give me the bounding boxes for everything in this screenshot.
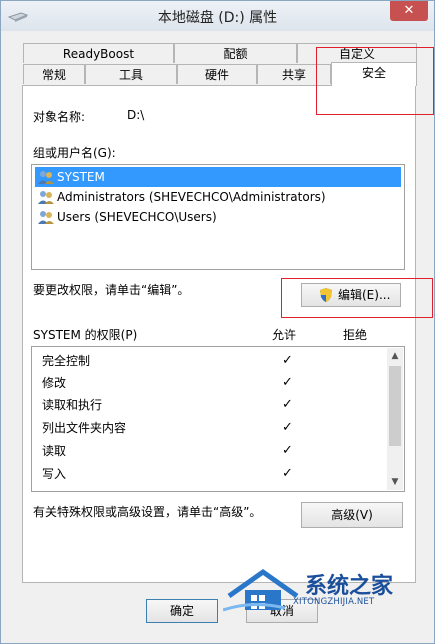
group-icon xyxy=(38,171,54,184)
permission-name: 列出文件夹内容 xyxy=(42,421,127,435)
groups-label: 组或用户名(G): xyxy=(33,146,116,160)
window-title: 本地磁盘 (D:) 属性 xyxy=(157,10,278,26)
watermark-title: 系统之家 xyxy=(305,574,394,599)
object-name-label: 对象名称: xyxy=(33,110,86,124)
list-item-label: Administrators (SHEVECHCO\Administrators… xyxy=(57,190,326,204)
permission-name: 修改 xyxy=(42,376,67,390)
advanced-button[interactable]: 高级(V) xyxy=(301,502,403,528)
tab-tools[interactable]: 工具 xyxy=(85,64,177,84)
table-row: 完全控制 ✓ xyxy=(42,350,392,372)
table-row: 列出文件夹内容 ✓ xyxy=(42,417,392,439)
close-button[interactable]: ✕ xyxy=(390,1,428,21)
table-row: 读取 ✓ xyxy=(42,440,392,462)
table-row: 读取和执行 ✓ xyxy=(42,394,392,416)
tab-quota[interactable]: 配额 xyxy=(174,43,297,63)
list-item-label: Users (SHEVECHCO\Users) xyxy=(57,210,217,224)
permission-name: 完全控制 xyxy=(42,354,91,368)
allow-check: ✓ xyxy=(282,397,293,412)
ok-button[interactable]: 确定 xyxy=(146,599,218,623)
table-row: 写入 ✓ xyxy=(42,463,392,485)
tab-hardware[interactable]: 硬件 xyxy=(177,64,257,84)
scroll-down-icon[interactable]: ▼ xyxy=(387,474,403,490)
permissions-list[interactable]: 完全控制 ✓ 修改 ✓ 读取和执行 ✓ 列出文件夹内容 ✓ 读取 ✓ 写入 ✓ xyxy=(31,346,405,492)
change-permissions-hint: 要更改权限，请单击“编辑”。 xyxy=(33,283,190,297)
object-name-value: D:\ xyxy=(127,108,145,122)
allow-check: ✓ xyxy=(282,443,293,458)
allow-check: ✓ xyxy=(282,375,293,390)
list-item[interactable]: Users (SHEVECHCO\Users) xyxy=(35,207,401,227)
table-row: 修改 ✓ xyxy=(42,372,392,394)
permissions-title: SYSTEM 的权限(P) xyxy=(33,328,138,342)
deny-header: 拒绝 xyxy=(343,328,368,342)
house-logo-icon xyxy=(223,568,299,612)
tab-security[interactable]: 安全 xyxy=(331,62,417,86)
tab-general[interactable]: 常规 xyxy=(23,64,85,84)
properties-window: 本地磁盘 (D:) 属性 ✕ ReadyBoost 配额 自定义 常规 工具 硬… xyxy=(0,0,435,644)
group-icon xyxy=(38,211,54,224)
permissions-scrollbar[interactable]: ▲ ▼ xyxy=(387,348,403,490)
allow-check: ✓ xyxy=(282,466,293,481)
allow-check: ✓ xyxy=(282,420,293,435)
list-item-label: SYSTEM xyxy=(57,170,105,184)
scroll-up-icon[interactable]: ▲ xyxy=(387,348,403,364)
group-icon xyxy=(38,191,54,204)
permission-name: 写入 xyxy=(42,467,67,481)
highlight-box-edit-button xyxy=(281,278,433,318)
groups-list[interactable]: SYSTEM Administrators (SHEVECHCO\Adminis… xyxy=(31,164,405,270)
security-panel: 对象名称: D:\ 组或用户名(G): SYSTEM Administrator… xyxy=(22,85,416,583)
list-item[interactable]: SYSTEM xyxy=(35,167,401,187)
list-item[interactable]: Administrators (SHEVECHCO\Administrators… xyxy=(35,187,401,207)
advanced-hint: 有关特殊权限或高级设置，请单击“高级”。 xyxy=(33,505,262,519)
scroll-thumb[interactable] xyxy=(389,366,401,446)
site-watermark: 系统之家 XITONGZHIJIA.NET xyxy=(223,564,435,618)
permission-name: 读取和执行 xyxy=(42,398,103,412)
title-bar[interactable]: 本地磁盘 (D:) 属性 ✕ xyxy=(1,1,434,31)
allow-header: 允许 xyxy=(272,328,297,342)
permission-name: 读取 xyxy=(42,444,67,458)
watermark-url: XITONGZHIJIA.NET xyxy=(293,597,375,607)
allow-check: ✓ xyxy=(282,353,293,368)
tab-readyboost[interactable]: ReadyBoost xyxy=(23,43,174,63)
